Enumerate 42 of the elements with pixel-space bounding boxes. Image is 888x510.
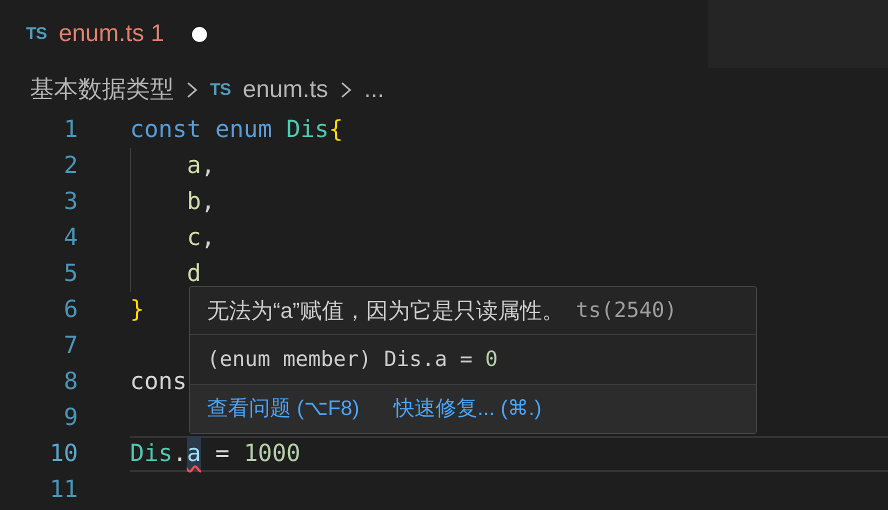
- code-token: }: [130, 294, 144, 326]
- code-token: Dis: [286, 114, 329, 146]
- code-token: cons: [130, 366, 187, 398]
- action-link[interactable]: 查看问题 (⌥F8): [207, 393, 360, 425]
- chevron-right-icon: [186, 80, 198, 100]
- code-token: ,: [201, 150, 216, 182]
- code-token: =: [215, 438, 230, 470]
- typescript-file-icon: TS: [26, 21, 47, 47]
- line-number: 11: [48, 474, 78, 506]
- code-token: Dis: [130, 438, 173, 470]
- line-number: 5: [62, 258, 78, 290]
- breadcrumb-item[interactable]: enum.ts: [242, 72, 328, 108]
- line-number: 6: [62, 294, 78, 326]
- chevron-right-icon: [340, 80, 352, 100]
- breadcrumb-item[interactable]: ...: [364, 72, 384, 108]
- line-number: 1: [62, 114, 78, 146]
- code-token: 1000: [244, 438, 301, 470]
- code-token: ,: [201, 186, 216, 218]
- line-number: 9: [62, 402, 78, 434]
- line-number: 8: [62, 366, 78, 398]
- code-token: {: [328, 114, 344, 146]
- code-token: ,: [201, 222, 216, 254]
- error-message: 无法为“a”赋值，因为它是只读属性。: [207, 297, 564, 325]
- typescript-file-icon: TS: [210, 77, 231, 103]
- breadcrumb-item[interactable]: 基本数据类型: [30, 72, 174, 108]
- error-code: ts(2540): [576, 296, 678, 324]
- tab-label: enum.ts 1: [58, 19, 164, 49]
- error-token: a: [186, 436, 202, 472]
- code-token: c: [186, 222, 202, 254]
- code-token: enum: [215, 114, 272, 146]
- code-token: .: [172, 438, 187, 470]
- code-token: b: [186, 186, 202, 218]
- editor-tab[interactable]: TS enum.ts 1: [0, 0, 708, 68]
- line-number: 2: [62, 150, 78, 182]
- line-number: 10: [48, 438, 78, 470]
- code-token: const: [130, 114, 202, 146]
- action-link[interactable]: 快速修复... (⌘.): [393, 393, 542, 425]
- code-token: d: [186, 258, 202, 290]
- line-number: 7: [62, 330, 78, 362]
- line-number: 4: [62, 222, 78, 254]
- code-token: a: [186, 150, 202, 182]
- line-number: 3: [62, 186, 78, 218]
